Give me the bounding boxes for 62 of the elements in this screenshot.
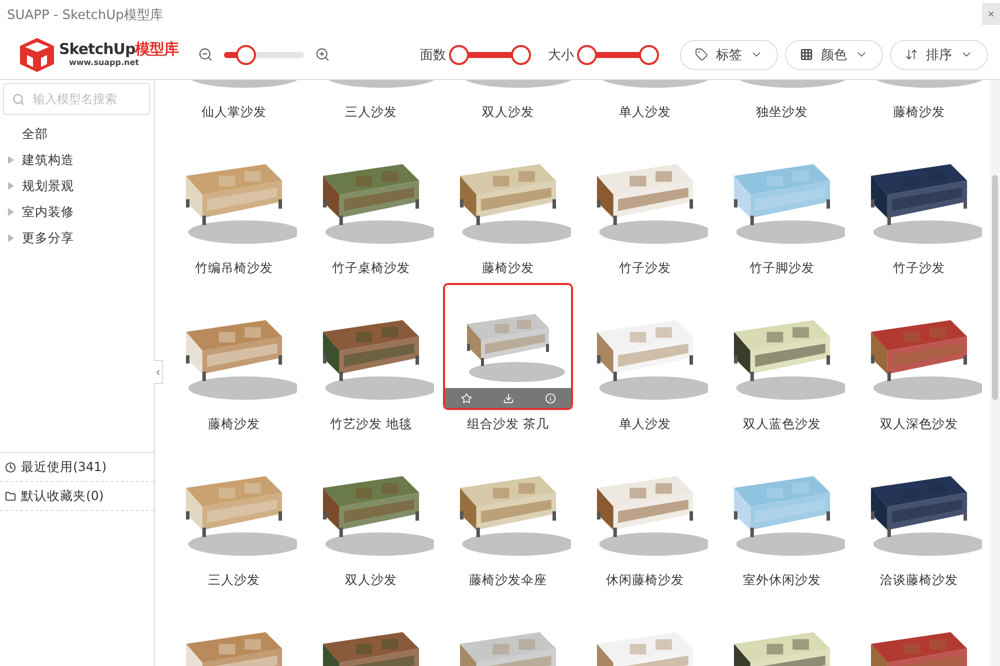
model-name: 双人蓝色沙发 bbox=[743, 416, 821, 433]
model-name: 室外休闲沙发 bbox=[743, 572, 821, 589]
model-name: 竹艺沙发 地毯 bbox=[330, 416, 412, 433]
zoom-in-icon[interactable] bbox=[315, 47, 330, 62]
range-label: 面数 bbox=[420, 46, 446, 64]
zoom-out-icon[interactable] bbox=[198, 47, 213, 62]
collection-item[interactable]: 默认收藏夹(0) bbox=[0, 481, 154, 511]
model-name: 单人沙发 bbox=[619, 416, 671, 433]
slider-thumb[interactable] bbox=[577, 44, 597, 64]
collapse-handle[interactable] bbox=[154, 360, 163, 384]
category-item[interactable]: 室内装修 bbox=[0, 199, 154, 225]
model-name: 仙人掌沙发 bbox=[202, 104, 266, 121]
clock-icon bbox=[5, 462, 16, 472]
model-name: 组合沙发 茶几 bbox=[467, 416, 549, 433]
model-name: 洽谈藤椅沙发 bbox=[880, 572, 958, 589]
slider-thumb[interactable] bbox=[236, 44, 256, 64]
model-name: 竹子沙发 bbox=[893, 260, 945, 277]
folder-icon bbox=[5, 490, 16, 502]
close-button[interactable]: × bbox=[982, 3, 1000, 25]
model-name: 三人沙发 bbox=[208, 572, 260, 589]
range-label: 大小 bbox=[548, 46, 574, 64]
category-item[interactable]: 规划景观 bbox=[0, 173, 154, 199]
model-name: 三人沙发 bbox=[345, 104, 397, 121]
search-field[interactable]: 输入模型名搜索 bbox=[3, 83, 150, 115]
range-slider[interactable] bbox=[578, 44, 658, 64]
grid-icon bbox=[800, 48, 813, 61]
filter-button[interactable]: 排序 bbox=[890, 40, 988, 70]
logo-text: SketchUp模型库 bbox=[59, 42, 179, 57]
slider-thumb[interactable] bbox=[511, 44, 531, 64]
model-name: 藤椅沙发伞座 bbox=[469, 572, 547, 589]
category-item[interactable]: 建筑构造 bbox=[0, 147, 154, 173]
category-item[interactable]: 全部 bbox=[0, 121, 154, 147]
logo-url: www.suapp.net bbox=[69, 59, 140, 67]
search-icon bbox=[12, 92, 25, 106]
window-title: SUAPP - SketchUp模型库 bbox=[7, 7, 163, 24]
collection-item[interactable]: 最近使用(341) bbox=[0, 452, 154, 481]
cube-logo-icon bbox=[18, 36, 56, 72]
scrollbar[interactable] bbox=[990, 80, 1000, 666]
star-icon[interactable] bbox=[460, 392, 472, 404]
filter-button[interactable]: 标签 bbox=[680, 40, 778, 70]
model-name: 休闲藤椅沙发 bbox=[606, 572, 684, 589]
model-name: 独坐沙发 bbox=[756, 104, 808, 121]
filter-button[interactable]: 颜色 bbox=[785, 40, 883, 70]
model-name: 藤椅沙发 bbox=[893, 104, 945, 121]
model-name: 双人沙发 bbox=[482, 104, 534, 121]
model-name: 藤椅沙发 bbox=[208, 416, 260, 433]
model-name: 竹子脚沙发 bbox=[750, 260, 814, 277]
tag-icon bbox=[695, 48, 708, 61]
model-name: 竹编吊椅沙发 bbox=[195, 260, 273, 277]
slider-thumb[interactable] bbox=[639, 44, 659, 64]
model-name: 竹子桌椅沙发 bbox=[332, 260, 410, 277]
sort-icon bbox=[905, 48, 918, 61]
model-name: 竹子沙发 bbox=[619, 260, 671, 277]
model-name: 双人沙发 bbox=[345, 572, 397, 589]
info-icon[interactable] bbox=[544, 392, 556, 404]
model-name: 双人深色沙发 bbox=[880, 416, 958, 433]
category-item[interactable]: 更多分享 bbox=[0, 225, 154, 251]
slider-thumb[interactable] bbox=[449, 44, 469, 64]
model-name: 单人沙发 bbox=[619, 104, 671, 121]
range-slider[interactable] bbox=[450, 44, 530, 64]
model-name: 藤椅沙发 bbox=[482, 260, 534, 277]
download-icon[interactable] bbox=[502, 392, 514, 404]
